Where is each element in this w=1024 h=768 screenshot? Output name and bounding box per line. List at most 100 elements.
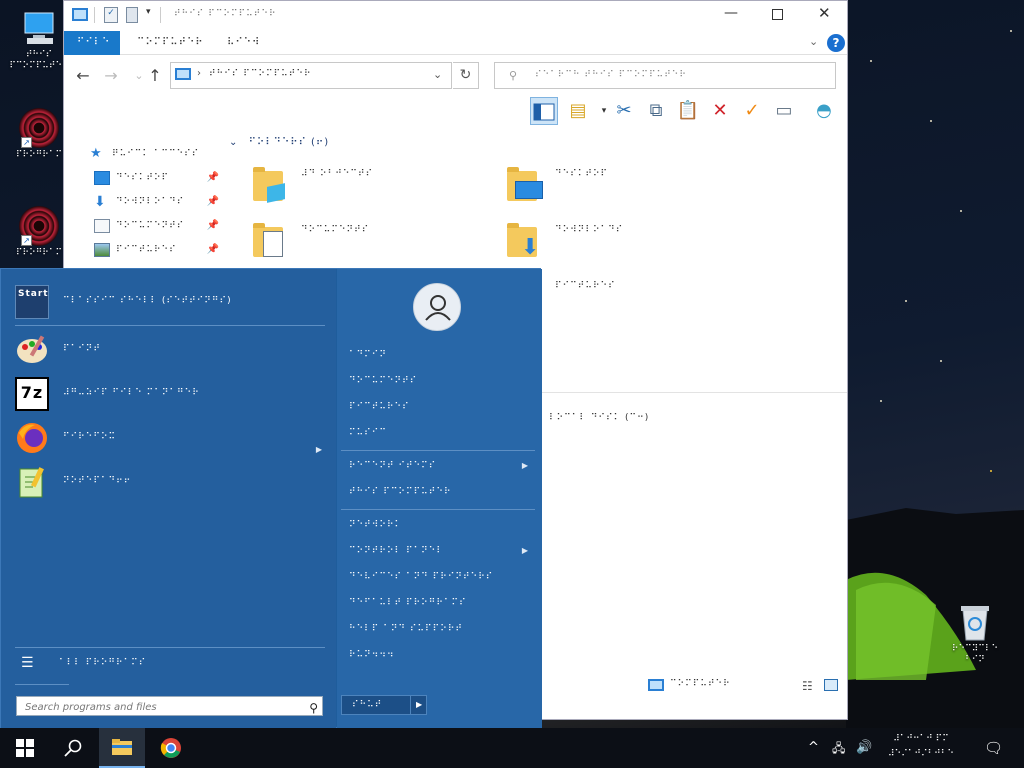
- recycle-bin-desktop-icon[interactable]: ⠗⠑⠉⠽⠉⠇⠑ ⠃⠊⠝: [944, 602, 1006, 666]
- place-network[interactable]: ⠝⠑⠞⠺⠕⠗⠅: [349, 514, 535, 536]
- place-this-pc[interactable]: ⠞⠓⠊⠎ ⠏⠉⠕⠍⠏⠥⠞⠑⠗: [349, 481, 535, 503]
- nav-pictures[interactable]: ⠏⠊⠉⠞⠥⠗⠑⠎ 📌: [94, 239, 224, 261]
- program-shortcut-1[interactable]: ↗ ⠏⠗⠕⠛⠗⠁⠍: [8, 108, 70, 161]
- desktop-icon-label: ⠏⠗⠕⠛⠗⠁⠍: [15, 248, 63, 258]
- nav-label: ⠏⠊⠉⠞⠥⠗⠑⠎: [116, 245, 177, 255]
- pin-icon[interactable]: 📌: [207, 167, 220, 189]
- avatar[interactable]: [413, 283, 461, 331]
- new-folder-icon[interactable]: [126, 7, 138, 23]
- ribbon-expand-icon[interactable]: ⌄: [809, 35, 818, 48]
- quick-access-dropdown-icon[interactable]: ▾: [146, 7, 151, 17]
- folders-group-header[interactable]: ⌄ ⠋⠕⠇⠙⠑⠗⠎ (⠖): [229, 133, 329, 153]
- folder-3d-objects[interactable]: ⠼⠙ ⠕⠃⠚⠑⠉⠞⠎: [249, 163, 489, 215]
- folder-documents[interactable]: ⠙⠕⠉⠥⠍⠑⠝⠞⠎: [249, 219, 489, 271]
- folder-downloads[interactable]: ⬇ ⠙⠕⠺⠝⠇⠕⠁⠙⠎: [503, 219, 743, 271]
- network-icon[interactable]: 🖧: [832, 728, 845, 768]
- tab-view[interactable]: ⠧⠊⠑⠺: [214, 31, 273, 55]
- mandala-icon: ↗: [19, 108, 59, 148]
- details-view-icon[interactable]: ☷: [802, 679, 813, 693]
- folder-icon: [112, 739, 132, 755]
- large-icons-view-icon[interactable]: [824, 679, 838, 691]
- close-button[interactable]: ✕: [818, 4, 831, 22]
- folder-label: ⠙⠑⠎⠅⠞⠕⠏: [555, 169, 609, 179]
- program-7zip[interactable]: 7z ⠼⠛⠤⠵⠊⠏ ⠋⠊⠇⠑ ⠍⠁⠝⠁⠛⠑⠗: [15, 375, 325, 415]
- local-disk-label[interactable]: ⠇⠕⠉⠁⠇ ⠙⠊⠎⠅ (⠉⠒): [549, 413, 649, 423]
- address-bar[interactable]: › ⠞⠓⠊⠎ ⠏⠉⠕⠍⠏⠥⠞⠑⠗ ⌄: [170, 62, 452, 89]
- shutdown-button[interactable]: ⠎⠓⠥⠞ ▶: [341, 695, 427, 715]
- help-icon[interactable]: ?: [827, 34, 845, 52]
- this-pc-icon: [175, 68, 191, 80]
- action-center-icon[interactable]: 🗨: [984, 728, 1003, 768]
- nav-desktop[interactable]: ⠙⠑⠎⠅⠞⠕⠏ 📌: [94, 167, 224, 189]
- file-explorer-taskbar-button[interactable]: [99, 728, 145, 768]
- folder-label: ⠼⠙ ⠕⠃⠚⠑⠉⠞⠎: [301, 169, 374, 179]
- folder-options-icon[interactable]: ▤: [564, 97, 592, 125]
- this-pc-desktop-icon[interactable]: ⠞⠓⠊⠎ ⠏⠉⠕⠍⠏⠥⠞⠑⠗: [8, 8, 70, 72]
- copy-icon[interactable]: ⧉: [642, 97, 670, 125]
- clock[interactable]: ⠼⠁⠚⠒⠁⠚ ⠏⠍ ⠼⠑⠌⠁⠚⠌⠃⠚⠃⠑: [886, 732, 956, 762]
- place-documents[interactable]: ⠙⠕⠉⠥⠍⠑⠝⠞⠎: [349, 370, 535, 392]
- place-recent-items[interactable]: ⠗⠑⠉⠑⠝⠞ ⠊⠞⠑⠍⠎ ▶: [349, 455, 535, 477]
- place-default-programs[interactable]: ⠙⠑⠋⠁⠥⠇⠞ ⠏⠗⠕⠛⠗⠁⠍⠎: [349, 592, 535, 614]
- show-hidden-icons-chevron[interactable]: ^: [808, 728, 819, 768]
- desktop-icon: [94, 170, 110, 185]
- shortcut-arrow-icon: ↗: [21, 137, 32, 148]
- program-firefox[interactable]: ⠋⠊⠗⠑⠋⠕⠭ ▶: [15, 419, 325, 459]
- place-music[interactable]: ⠍⠥⠎⠊⠉: [349, 422, 535, 444]
- nav-quick-access[interactable]: ★ ⠟⠥⠊⠉⠅ ⠁⠉⠉⠑⠎⠎: [90, 143, 220, 165]
- computer-icon: [19, 8, 59, 48]
- taskbar: ^ 🖧 🔊 ⠼⠁⠚⠒⠁⠚ ⠏⠍ ⠼⠑⠌⠁⠚⠌⠃⠚⠃⠑ 🗨: [0, 728, 1024, 768]
- properties-icon[interactable]: ✓: [104, 7, 118, 23]
- search-taskbar-button[interactable]: [50, 728, 96, 768]
- chrome-taskbar-button[interactable]: [148, 728, 194, 768]
- nav-downloads[interactable]: ⬇ ⠙⠕⠺⠝⠇⠕⠁⠙⠎ 📌: [94, 191, 224, 213]
- nav-documents[interactable]: ⠙⠕⠉⠥⠍⠑⠝⠞⠎ 📌: [94, 215, 224, 237]
- all-programs-button[interactable]: ☰ ⠁⠇⠇ ⠏⠗⠕⠛⠗⠁⠍⠎: [15, 645, 325, 685]
- delete-icon[interactable]: ✕: [706, 97, 734, 125]
- volume-icon[interactable]: 🔊: [856, 728, 872, 768]
- tab-computer[interactable]: ⠉⠕⠍⠏⠥⠞⠑⠗: [124, 31, 217, 55]
- title-bar: ✓ ▾ ⠞⠓⠊⠎ ⠏⠉⠕⠍⠏⠥⠞⠑⠗ — ✕: [64, 1, 847, 31]
- nav-label: ⠙⠕⠺⠝⠇⠕⠁⠙⠎: [116, 197, 185, 207]
- shutdown-options-arrow-icon[interactable]: ▶: [416, 696, 423, 714]
- start-button[interactable]: [2, 728, 48, 768]
- rename-check-icon[interactable]: ✓: [738, 97, 766, 125]
- forward-arrow-icon[interactable]: →: [100, 65, 122, 87]
- place-run[interactable]: ⠗⠥⠝⠲⠲⠲: [349, 644, 535, 666]
- desktop-folder-icon: [503, 163, 547, 207]
- nav-label: ⠙⠕⠉⠥⠍⠑⠝⠞⠎: [116, 221, 185, 231]
- refresh-button[interactable]: ↻: [453, 62, 479, 89]
- program-classic-shell-settings[interactable]: Start ⠉⠇⠁⠎⠎⠊⠉ ⠎⠓⠑⠇⠇ (⠎⠑⠞⠞⠊⠝⠛⠎): [15, 283, 325, 323]
- pin-icon[interactable]: 📌: [207, 215, 220, 237]
- start-menu-programs-pane: Start ⠉⠇⠁⠎⠎⠊⠉ ⠎⠓⠑⠇⠇ (⠎⠑⠞⠞⠊⠝⠛⠎) ⠏⠁⠊⠝⠞ 7z …: [1, 269, 336, 729]
- folder-desktop[interactable]: ⠙⠑⠎⠅⠞⠕⠏: [503, 163, 743, 215]
- back-arrow-icon[interactable]: ←: [72, 65, 94, 87]
- up-arrow-icon[interactable]: ↑: [144, 65, 166, 87]
- place-admin[interactable]: ⠁⠙⠍⠊⠝: [349, 344, 535, 366]
- search-box[interactable]: ⚲ ⠎⠑⠁⠗⠉⠓ ⠞⠓⠊⠎ ⠏⠉⠕⠍⠏⠥⠞⠑⠗: [494, 62, 836, 89]
- shell-icon[interactable]: ◓: [810, 97, 838, 125]
- preview-pane-icon[interactable]: [530, 97, 558, 125]
- minimize-button[interactable]: —: [724, 5, 738, 21]
- paste-icon[interactable]: 📋: [674, 97, 702, 125]
- properties-card-icon[interactable]: ▭: [770, 97, 798, 125]
- cut-icon[interactable]: ✂: [610, 97, 638, 125]
- program-paint[interactable]: ⠏⠁⠊⠝⠞: [15, 331, 325, 371]
- folder-label: ⠙⠕⠉⠥⠍⠑⠝⠞⠎: [301, 225, 370, 235]
- address-dropdown-icon[interactable]: ⌄: [433, 68, 442, 81]
- place-control-panel[interactable]: ⠉⠕⠝⠞⠗⠕⠇ ⠏⠁⠝⠑⠇ ▶: [349, 540, 535, 562]
- place-help-support[interactable]: ⠓⠑⠇⠏ ⠁⠝⠙ ⠎⠥⠏⠏⠕⠗⠞: [349, 618, 535, 640]
- program-notepadpp[interactable]: ⠝⠕⠞⠑⠏⠁⠙⠖⠖: [15, 463, 325, 503]
- pin-icon[interactable]: 📌: [207, 239, 220, 261]
- maximize-button[interactable]: [772, 9, 783, 20]
- document-icon: [94, 218, 110, 233]
- tab-file[interactable]: ⠋⠊⠇⠑: [64, 31, 120, 55]
- submenu-arrow-icon: ▶: [521, 461, 529, 470]
- pin-icon[interactable]: 📌: [207, 191, 220, 213]
- place-devices-printers[interactable]: ⠙⠑⠧⠊⠉⠑⠎ ⠁⠝⠙ ⠏⠗⠊⠝⠞⠑⠗⠎: [349, 566, 535, 588]
- start-search-input[interactable]: Search programs and files ⚲: [16, 696, 323, 716]
- desktop-icon-label: ⠏⠗⠕⠛⠗⠁⠍: [15, 150, 63, 160]
- program-shortcut-2[interactable]: ↗ ⠏⠗⠕⠛⠗⠁⠍: [8, 206, 70, 259]
- place-pictures[interactable]: ⠏⠊⠉⠞⠥⠗⠑⠎: [349, 396, 535, 418]
- this-pc-icon: [648, 679, 664, 691]
